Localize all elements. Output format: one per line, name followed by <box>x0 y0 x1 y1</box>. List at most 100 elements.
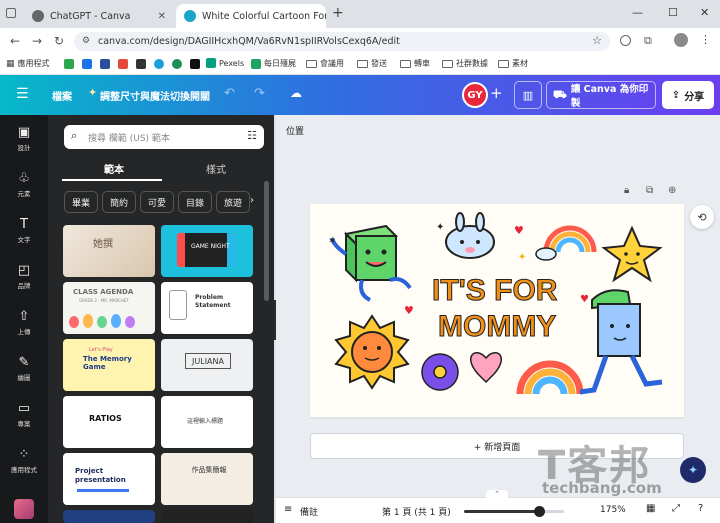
template-thumb[interactable] <box>63 510 155 523</box>
bookmark-folder-assets[interactable]: 素材 <box>498 58 528 69</box>
template-thumb[interactable]: JULIANA <box>161 339 253 391</box>
template-thumb[interactable]: Project presentation <box>63 453 155 505</box>
bookmark-icon[interactable] <box>100 59 110 69</box>
bookmark-folder-send[interactable]: 發送 <box>357 58 387 69</box>
print-button[interactable]: ⛟ 讓 Canva 為你印製 <box>546 81 656 109</box>
notes-button[interactable]: 備註 <box>300 505 318 518</box>
new-tab-button[interactable]: + <box>332 5 344 21</box>
insights-icon[interactable]: ▥ <box>514 81 542 109</box>
rail-design[interactable]: ▣ 設計 <box>0 125 48 152</box>
file-menu[interactable]: 檔案 <box>52 88 72 103</box>
bookmark-icon[interactable] <box>136 59 146 69</box>
profile-avatar[interactable] <box>674 33 688 47</box>
template-thumb[interactable]: CLASS AGENDA GRADE 2 · MR. MARCHET <box>63 282 155 334</box>
bookmark-pexels[interactable]: Pexels <box>206 58 244 68</box>
rail-upload[interactable]: ⇧ 上傳 <box>0 309 48 336</box>
expand-pages-icon[interactable]: ⌃ <box>486 490 508 498</box>
rail-elements[interactable]: ♧ 元素 <box>0 171 48 198</box>
bookmark-icon[interactable] <box>82 59 92 69</box>
chip-simple[interactable]: 簡約 <box>102 191 136 213</box>
share-button[interactable]: ⇪ 分享 <box>662 81 714 109</box>
duplicate-page-icon[interactable]: ⧉ <box>646 185 653 196</box>
lens-icon[interactable] <box>620 35 631 46</box>
address-bar[interactable]: ⚙ canva.com/design/DAGIIHcxhQM/Va6RvN1sp… <box>74 32 610 51</box>
reload-icon[interactable]: ↻ <box>48 34 70 48</box>
close-tab-icon[interactable]: ✕ <box>152 11 166 22</box>
add-page-icon[interactable]: ⊕ <box>668 185 676 196</box>
resize-button[interactable]: 調整尺寸與魔法切換開關 <box>100 88 210 103</box>
rail-brand[interactable]: ◰ 品牌 <box>0 263 48 290</box>
chip-travel[interactable]: 旅遊 <box>216 191 250 213</box>
bookmark-apps[interactable]: ▦ 應用程式 <box>6 58 50 69</box>
pexels-icon <box>206 58 216 68</box>
design-page[interactable]: ✦ ✦ ♥ ● ♥ ♥ ✶ IT'S FOR MOMMY <box>310 204 684 417</box>
bookmark-icon[interactable] <box>64 59 74 69</box>
site-info-icon[interactable]: ⚙ <box>82 36 90 46</box>
browser-tab-canva[interactable]: White Colorful Cartoon For M ✕ <box>176 4 326 28</box>
chip-cute[interactable]: 可愛 <box>140 191 174 213</box>
redo-icon[interactable]: ↷ <box>254 86 265 101</box>
bookmark-folder-car[interactable]: 轉車 <box>400 58 430 69</box>
tab-styles[interactable]: 樣式 <box>206 161 226 176</box>
bookmark-icon[interactable] <box>172 59 182 69</box>
add-page-button[interactable]: + 新增頁面 <box>310 433 684 459</box>
zoom-slider[interactable] <box>464 506 564 517</box>
template-thumb[interactable]: Let's Play The Memory Game <box>63 339 155 391</box>
design-title-line2: MOMMY <box>438 310 556 343</box>
template-thumb[interactable] <box>161 510 253 523</box>
panel-scrollbar[interactable] <box>264 181 269 301</box>
rail-apps[interactable]: ⁘ 應用程式 <box>0 447 48 474</box>
page-indicator[interactable]: 第 1 頁 (共 1 頁) <box>382 505 451 518</box>
rail-draw[interactable]: ✎ 繪圖 <box>0 355 48 382</box>
browser-tab-chatgpt[interactable]: ChatGPT - Canva ✕ <box>24 4 174 28</box>
help-icon[interactable]: ? <box>698 503 703 514</box>
tab-search-icon[interactable] <box>6 8 16 18</box>
forward-icon[interactable]: → <box>26 34 48 48</box>
undo-icon[interactable]: ↶ <box>224 86 235 101</box>
extensions-icon[interactable]: ⧉ <box>644 34 652 48</box>
bookmark-icon[interactable] <box>190 59 200 69</box>
position-button[interactable]: 位置 <box>286 124 304 137</box>
menu-icon[interactable]: ☰ <box>16 86 29 102</box>
maximize-button[interactable]: ☐ <box>668 6 678 19</box>
close-window-button[interactable]: ✕ <box>700 6 709 19</box>
cloud-save-icon[interactable]: ☁ <box>290 86 302 100</box>
chip-graduation[interactable]: 畢業 <box>64 191 98 213</box>
template-thumb[interactable]: 這裡輸入標題 <box>161 396 253 448</box>
notes-icon[interactable]: ≡ <box>284 504 292 515</box>
templates-panel: ⌕ 搜尋 欄範 (US) 範本 ☷ 範本 樣式 畢業 簡約 可愛 目錄 旅遊 ›… <box>48 115 274 523</box>
avatar[interactable]: GY <box>462 82 488 108</box>
chip-next-icon[interactable]: › <box>250 195 254 206</box>
template-thumb[interactable]: 她撰 <box>63 225 155 277</box>
magic-assistant-button[interactable]: ✦ <box>680 457 706 483</box>
rail-text[interactable]: T 文字 <box>0 217 48 244</box>
projects-icon: ▭ <box>17 401 31 416</box>
fullscreen-icon[interactable]: ⤢ <box>672 503 680 514</box>
magic-media-icon[interactable] <box>14 499 34 519</box>
bookmark-icon[interactable] <box>154 59 164 69</box>
bookmark-folder-meeting[interactable]: 會議用 <box>306 58 344 69</box>
tab-templates[interactable]: 範本 <box>104 161 124 176</box>
template-thumb[interactable]: GAME NIGHT <box>161 225 253 277</box>
bookmark-folder-social[interactable]: 社群數據 <box>442 58 488 69</box>
zoom-level[interactable]: 175% <box>600 505 626 515</box>
grid-view-icon[interactable]: ▦ <box>646 503 655 514</box>
comment-button[interactable]: ⟲ <box>690 205 714 229</box>
template-thumb[interactable]: 作品集簡報 <box>161 453 253 505</box>
add-collaborator-icon[interactable]: + <box>490 84 503 102</box>
template-search-input[interactable]: ⌕ 搜尋 欄範 (US) 範本 ☷ <box>64 125 264 149</box>
zoom-slider-knob[interactable] <box>534 506 545 517</box>
minimize-button[interactable]: — <box>632 6 643 19</box>
back-icon[interactable]: ← <box>4 34 26 48</box>
filter-icon[interactable]: ☷ <box>247 129 257 142</box>
rail-projects[interactable]: ▭ 專案 <box>0 401 48 428</box>
lock-icon[interactable]: 🔒︎ <box>624 185 629 196</box>
bookmark-star-icon[interactable]: ☆ <box>592 34 602 47</box>
template-thumb[interactable]: RATIOS <box>63 396 155 448</box>
chrome-menu-icon[interactable]: ⋮ <box>700 33 711 46</box>
globe-icon <box>32 10 44 22</box>
bookmark-icon[interactable] <box>118 59 128 69</box>
template-thumb[interactable]: Problem Statement <box>161 282 253 334</box>
chip-toc[interactable]: 目錄 <box>178 191 212 213</box>
bookmark-daily[interactable]: 每日殭屍 <box>251 58 296 69</box>
